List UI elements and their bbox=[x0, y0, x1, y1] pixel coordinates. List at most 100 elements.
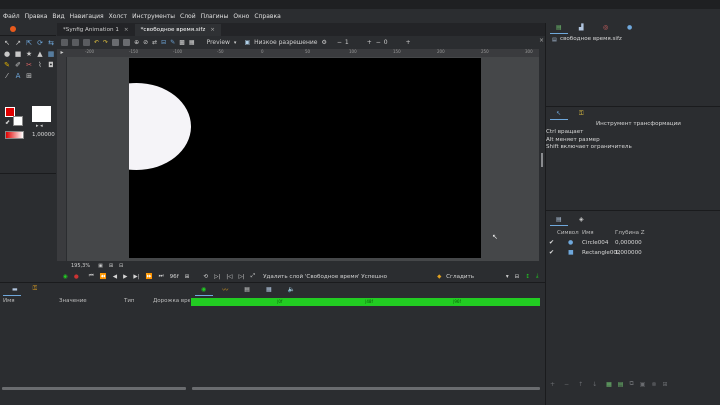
canvas-stage[interactable] bbox=[129, 58, 481, 258]
col-depth[interactable]: Глубина Z bbox=[615, 230, 645, 236]
params-tab-icon[interactable]: ▬ bbox=[12, 286, 18, 293]
ruler-menu-icon[interactable]: ▸ bbox=[57, 49, 67, 57]
prev-keyframe-icon[interactable]: ⏪ bbox=[100, 274, 107, 280]
raise-layer-icon[interactable]: + bbox=[550, 381, 555, 388]
zoom-fit-icon[interactable]: ▣ bbox=[98, 263, 103, 269]
duplicate-layer-icon[interactable]: ⧉ bbox=[629, 380, 633, 388]
redo-icon[interactable]: ↷ bbox=[103, 39, 108, 46]
keyframe-lock-past-icon[interactable]: ↕ bbox=[525, 274, 530, 280]
quality-icon[interactable]: ⚙ bbox=[321, 39, 326, 46]
sets-tab-icon[interactable]: ◈ bbox=[579, 216, 584, 223]
help-tab-icon[interactable]: ● bbox=[627, 24, 632, 31]
low-res-label[interactable]: Низкое разрешение bbox=[254, 39, 317, 46]
menu-view[interactable]: Вид bbox=[52, 13, 64, 20]
delete-layer-icon[interactable]: ⊗ bbox=[651, 381, 656, 388]
brush-preview[interactable] bbox=[32, 106, 51, 122]
layer-row[interactable]: ✔ ■ Rectangle002 1,000000 bbox=[546, 249, 720, 258]
menu-layer[interactable]: Слой bbox=[180, 13, 196, 20]
col-name[interactable]: Имя bbox=[3, 298, 15, 304]
toolbox-tab-icon[interactable] bbox=[10, 26, 16, 32]
width-tool-icon[interactable]: ⌇ bbox=[36, 61, 44, 69]
tab-svobodnoe-vremya[interactable]: *свободное время.sifz × bbox=[134, 24, 221, 36]
scale-tool-icon[interactable]: ⇱ bbox=[25, 39, 33, 47]
end-frame-value[interactable]: 96f bbox=[170, 274, 179, 280]
fill-tool-icon[interactable]: ◘ bbox=[47, 61, 55, 69]
menu-plugins[interactable]: Плагины bbox=[201, 13, 229, 20]
snap-grid-icon[interactable]: ⊘ bbox=[143, 39, 148, 46]
text-tool-icon[interactable]: A bbox=[14, 72, 22, 80]
undo-icon[interactable]: ↶ bbox=[94, 39, 99, 46]
sketch-tool-icon[interactable]: ⊞ bbox=[25, 72, 33, 80]
navigator-tab-icon[interactable]: ▟ bbox=[579, 24, 584, 31]
lower-bound-icon[interactable]: |◁ bbox=[226, 274, 232, 280]
menu-canvas[interactable]: Холст bbox=[109, 13, 127, 20]
bounds-icon[interactable]: ⊞ bbox=[185, 274, 190, 280]
spline-tool-icon[interactable]: ✎ bbox=[3, 61, 11, 69]
circle-shape[interactable] bbox=[129, 83, 191, 170]
tool-options-tab-icon[interactable]: ↖ bbox=[556, 110, 561, 117]
brush-size-arrows-icon[interactable]: ▸ ◂ bbox=[36, 123, 43, 129]
mirror-tool-icon[interactable]: ⇆ bbox=[47, 39, 55, 47]
swap-colors-icon[interactable]: ⬋ bbox=[5, 119, 10, 126]
cutout-tool-icon[interactable]: ✂ bbox=[25, 61, 33, 69]
col-name[interactable]: Имя bbox=[582, 230, 594, 236]
canvas-file-name[interactable]: свободное время.sifz bbox=[560, 36, 622, 42]
rotate-tool-icon[interactable]: ⟳ bbox=[36, 39, 44, 47]
timetrack-horizontal-scrollbar[interactable] bbox=[192, 387, 540, 390]
encapsulate-icon[interactable]: ▣ bbox=[640, 381, 646, 388]
lower-layer-icon[interactable]: − bbox=[564, 381, 569, 388]
field2-minus-icon[interactable]: − bbox=[376, 39, 381, 46]
field1-plus-icon[interactable]: + bbox=[367, 39, 372, 46]
layer-row[interactable]: ✔ ● Circle004 0,000000 bbox=[546, 239, 720, 248]
menu-window[interactable]: Окно bbox=[233, 13, 249, 20]
menu-tools[interactable]: Инструменты bbox=[132, 13, 175, 20]
menu-file[interactable]: Файл bbox=[3, 13, 20, 20]
save-all-icon[interactable] bbox=[83, 39, 90, 46]
params-horizontal-scrollbar[interactable] bbox=[2, 387, 186, 390]
library-tab-icon[interactable]: ⚿ bbox=[33, 285, 38, 293]
col-timetrack[interactable]: Дорожка врем bbox=[153, 298, 195, 304]
canvas-browser-tab-icon[interactable]: ▤ bbox=[556, 24, 562, 31]
canvas-browser-tab-icon[interactable]: ▤ bbox=[244, 286, 250, 293]
move-down-icon[interactable]: ↓ bbox=[592, 381, 597, 388]
keyframes-tab-icon[interactable]: ▦ bbox=[266, 286, 272, 293]
polygon-tool-icon[interactable]: ▲ bbox=[36, 50, 44, 58]
col-value[interactable]: Значение bbox=[59, 298, 87, 304]
field2-plus-icon[interactable]: + bbox=[406, 39, 411, 46]
curves-tab-icon[interactable]: 〰 bbox=[222, 285, 228, 294]
preview-select[interactable]: Preview ▾ bbox=[207, 39, 237, 46]
timebar[interactable]: |0f |48f |96f bbox=[191, 298, 540, 306]
info-tab-icon[interactable]: ◎ bbox=[603, 24, 608, 31]
background-icon[interactable]: ▩ bbox=[179, 39, 185, 46]
eyedrop-tool-icon[interactable]: ⁄ bbox=[3, 72, 11, 80]
field1-value[interactable]: 1 bbox=[345, 39, 349, 46]
library-tab-icon[interactable]: ⚿ bbox=[579, 110, 584, 118]
save-icon[interactable] bbox=[61, 39, 68, 46]
show-grid-icon[interactable]: ⊕ bbox=[134, 39, 139, 46]
play-bounds-icon[interactable]: ▷| bbox=[214, 274, 220, 280]
guides-icon[interactable]: ⊟ bbox=[161, 39, 166, 46]
render-icon[interactable] bbox=[112, 39, 120, 46]
close-icon[interactable]: × bbox=[210, 27, 215, 33]
prev-frame-icon[interactable]: ◀ bbox=[113, 274, 117, 280]
draw-tool-icon[interactable]: ✐ bbox=[14, 61, 22, 69]
group-layer-icon[interactable]: ▦ bbox=[606, 381, 612, 388]
upper-bound-icon[interactable]: ▷| bbox=[238, 274, 244, 280]
menu-help[interactable]: Справка bbox=[254, 13, 280, 20]
menu-navigation[interactable]: Навигация bbox=[70, 13, 104, 20]
next-frame-icon[interactable]: ▶| bbox=[133, 274, 139, 280]
preview-icon[interactable] bbox=[123, 39, 131, 46]
star-tool-icon[interactable]: ★ bbox=[25, 50, 33, 58]
keyframe-lock-future-icon[interactable]: ⤓ bbox=[536, 273, 538, 280]
field1-minus-icon[interactable]: − bbox=[337, 39, 342, 46]
tab-synfig-animation[interactable]: *Synfig Animation 1 × bbox=[57, 24, 135, 36]
close-icon[interactable]: × bbox=[124, 27, 129, 33]
save-as-icon[interactable] bbox=[72, 39, 79, 46]
animation-mode-icon[interactable]: ◉ bbox=[63, 274, 68, 280]
col-type[interactable]: Тип bbox=[124, 298, 135, 304]
gradient-swatch[interactable] bbox=[5, 131, 24, 139]
onion-skin-icon[interactable]: ⇄ bbox=[152, 39, 157, 46]
smooth-move-tool-icon[interactable]: ↗ bbox=[14, 39, 22, 47]
col-symbol[interactable]: Символ bbox=[557, 230, 579, 236]
layer-options-icon[interactable]: ⊞ bbox=[662, 381, 667, 388]
